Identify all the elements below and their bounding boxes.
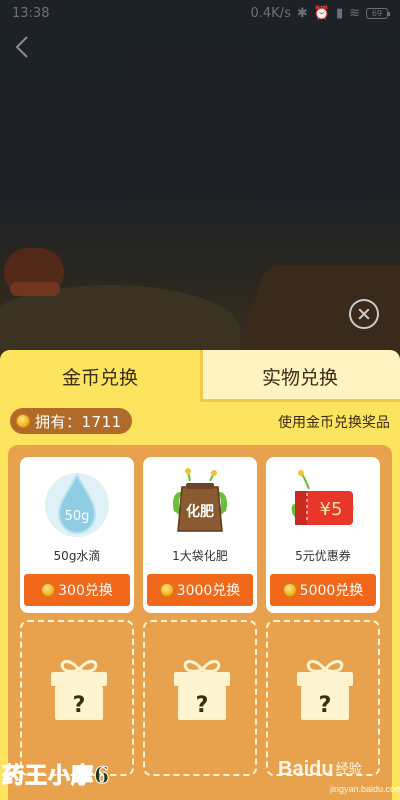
mystery-reward-slot: ? <box>20 620 134 776</box>
exchange-button-water[interactable]: 300兑换 <box>24 574 130 606</box>
reward-name: 50g水滴 <box>53 549 101 563</box>
coupon-icon: ¥5 <box>291 470 354 525</box>
reward-card-water: 50g 50g水滴 300兑换 <box>20 457 134 613</box>
coin-icon <box>159 583 174 597</box>
coupon-value-text: ¥5 <box>320 499 343 520</box>
alarm-icon: ⏰ <box>313 5 330 21</box>
exchange-panel: 金币兑换 实物兑换 拥有：1711 使用金币兑换奖品 50g 50g水滴 300… <box>0 350 400 800</box>
reward-image: 化肥 <box>143 465 257 541</box>
coin-info-row: 拥有：1711 使用金币兑换奖品 <box>0 408 400 436</box>
question-mark: ? <box>196 693 209 718</box>
close-button[interactable] <box>349 299 379 329</box>
signal-icon: ▮ <box>335 5 344 21</box>
baidu-jingyan-text: 经验 <box>335 761 362 776</box>
fertilizer-bag-icon: 化肥 <box>172 468 228 532</box>
owned-coins-badge: 拥有：1711 <box>10 408 132 434</box>
exchange-hint: 使用金币兑换奖品 <box>278 415 390 431</box>
exchange-button-coupon[interactable]: 5000兑换 <box>270 574 376 606</box>
network-speed: 0.4K/s <box>250 5 291 21</box>
reward-image: ¥5 <box>266 465 380 541</box>
exchange-button-label: 300兑换 <box>58 583 113 599</box>
owned-coins-label: 拥有：1711 <box>35 412 122 431</box>
mystery-reward-slot: ? <box>143 620 257 776</box>
status-time: 13:38 <box>12 5 50 21</box>
gift-question-icon: ? <box>174 660 230 720</box>
back-button[interactable] <box>10 32 36 62</box>
gift-question-icon: ? <box>51 660 107 720</box>
exchange-button-label: 3000兑换 <box>176 583 241 599</box>
chevron-left-icon <box>15 36 28 58</box>
reward-name: 1大袋化肥 <box>172 549 228 563</box>
question-mark: ? <box>319 693 332 718</box>
baidu-logo-text: Baidu <box>278 758 334 780</box>
exchange-button-label: 5000兑换 <box>299 583 364 599</box>
coin-icon <box>282 583 297 597</box>
water-amount-text: 50g <box>65 509 90 524</box>
coin-icon <box>16 414 30 428</box>
gift-question-icon: ? <box>297 660 353 720</box>
status-bar: 13:38 0.4K/s ✱ ⏰ ▮ ≋ 69 <box>0 0 400 26</box>
scene-event-badge-label <box>10 282 60 296</box>
reward-card-fertilizer: 化肥 1大袋化肥 3000兑换 <box>143 457 257 613</box>
exchange-tabs: 金币兑换 实物兑换 <box>0 350 400 402</box>
tab-coin-exchange[interactable]: 金币兑换 <box>0 350 200 402</box>
fertilizer-label-text: 化肥 <box>186 503 214 520</box>
baidu-watermark: Baidu 经验 <box>278 758 362 781</box>
wifi-icon: ≋ <box>349 5 360 21</box>
reward-card-coupon: ¥5 5元优惠券 5000兑换 <box>266 457 380 613</box>
battery-icon: 69 <box>366 7 390 19</box>
mystery-reward-slot: ? <box>266 620 380 776</box>
water-drop-icon: 50g <box>45 472 109 537</box>
bluetooth-icon: ✱ <box>296 5 308 21</box>
baidu-url-text: jingyan.baidu.com <box>330 784 400 794</box>
question-mark: ? <box>73 693 86 718</box>
game-scene-background <box>0 0 400 375</box>
tab-physical-exchange[interactable]: 实物兑换 <box>200 350 400 402</box>
reward-image: 50g <box>20 465 134 541</box>
coin-icon <box>41 583 56 597</box>
reward-name: 5元优惠券 <box>295 549 351 563</box>
exchange-button-fertilizer[interactable]: 3000兑换 <box>147 574 253 606</box>
reward-grid: 50g 50g水滴 300兑换 化肥 1大袋化肥 3000兑换 ¥5 5元优惠券… <box>8 445 392 800</box>
author-watermark: 药王小摩6 <box>1 763 111 790</box>
status-right: 0.4K/s ✱ ⏰ ▮ ≋ 69 <box>250 5 390 21</box>
